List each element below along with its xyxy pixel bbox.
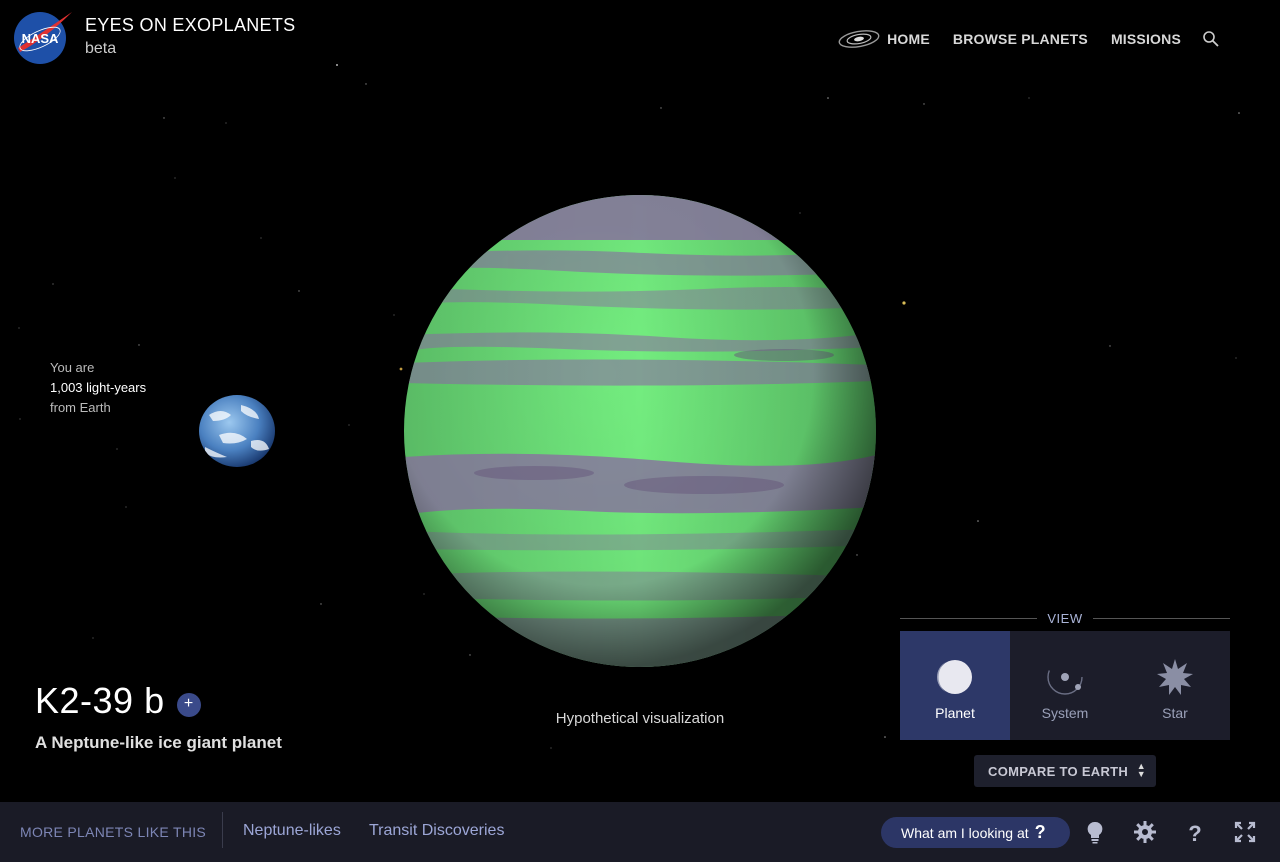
link-transit-discoveries[interactable]: Transit Discoveries xyxy=(369,822,504,840)
more-planets-label: MORE PLANETS LIKE THIS xyxy=(20,824,207,840)
planet-header: K2-39 b + xyxy=(35,680,201,722)
what-am-i-looking-at-button[interactable]: What am I looking at ? xyxy=(881,817,1070,848)
view-planet-label: Planet xyxy=(935,705,975,721)
view-switcher: Planet System Star xyxy=(900,631,1230,740)
main-nav: HOME BROWSE PLANETS MISSIONS xyxy=(837,28,1220,50)
compare-to-earth-select[interactable]: COMPARE TO EARTH ▲ ▼ xyxy=(974,755,1156,787)
view-system-button[interactable]: System xyxy=(1010,631,1120,740)
svg-text:NASA: NASA xyxy=(22,31,59,46)
view-heading: VIEW xyxy=(900,611,1231,626)
lightbulb-icon[interactable] xyxy=(1083,820,1107,844)
search-icon[interactable] xyxy=(1202,30,1220,48)
distance-line-1: You are xyxy=(50,360,95,375)
nasa-logo-icon[interactable]: NASA xyxy=(10,10,74,66)
view-star-label: Star xyxy=(1162,705,1188,721)
nav-browse-planets[interactable]: BROWSE PLANETS xyxy=(953,31,1088,47)
view-label: VIEW xyxy=(1047,611,1083,626)
app-title: EYES ON EXOPLANETS xyxy=(85,15,296,35)
distance-value: 1,003 light-years xyxy=(50,380,147,395)
app-subtitle: beta xyxy=(85,40,117,57)
galaxy-icon[interactable] xyxy=(837,28,881,50)
footer-bar: MORE PLANETS LIKE THIS Neptune-likes Tra… xyxy=(0,802,1280,862)
question-icon: ? xyxy=(1034,822,1046,842)
help-icon[interactable]: ? xyxy=(1183,820,1207,844)
select-arrows-icon: ▲ ▼ xyxy=(1136,761,1146,779)
svg-text:?: ? xyxy=(1188,821,1201,844)
earth-icon[interactable] xyxy=(199,395,275,467)
footer-divider xyxy=(222,812,223,848)
compare-label: COMPARE TO EARTH xyxy=(988,763,1129,779)
view-planet-button[interactable]: Planet xyxy=(900,631,1010,740)
system-icon xyxy=(1047,659,1083,695)
planet-description: A Neptune-like ice giant planet xyxy=(35,733,282,752)
planet-icon xyxy=(937,660,972,694)
planet-name: K2-39 b xyxy=(35,680,165,721)
distance-line-3: from Earth xyxy=(50,400,111,415)
view-star-button[interactable]: Star xyxy=(1120,631,1230,740)
add-planet-button[interactable]: + xyxy=(176,693,201,717)
nav-home[interactable]: HOME xyxy=(887,31,930,47)
visualization-caption: Hypothetical visualization xyxy=(555,710,725,727)
brand[interactable]: NASA EYES ON EXOPLANETS beta xyxy=(10,10,295,66)
view-system-label: System xyxy=(1041,705,1089,721)
distance-info: You are 1,003 light-years from Earth xyxy=(50,358,146,418)
fullscreen-icon[interactable] xyxy=(1233,820,1257,844)
what-label: What am I looking at xyxy=(901,824,1029,841)
settings-icon[interactable] xyxy=(1133,820,1157,844)
planet-visualization[interactable] xyxy=(404,195,876,667)
star-icon xyxy=(1157,659,1193,695)
link-neptune-likes[interactable]: Neptune-likes xyxy=(243,822,341,840)
nav-missions[interactable]: MISSIONS xyxy=(1111,31,1181,47)
